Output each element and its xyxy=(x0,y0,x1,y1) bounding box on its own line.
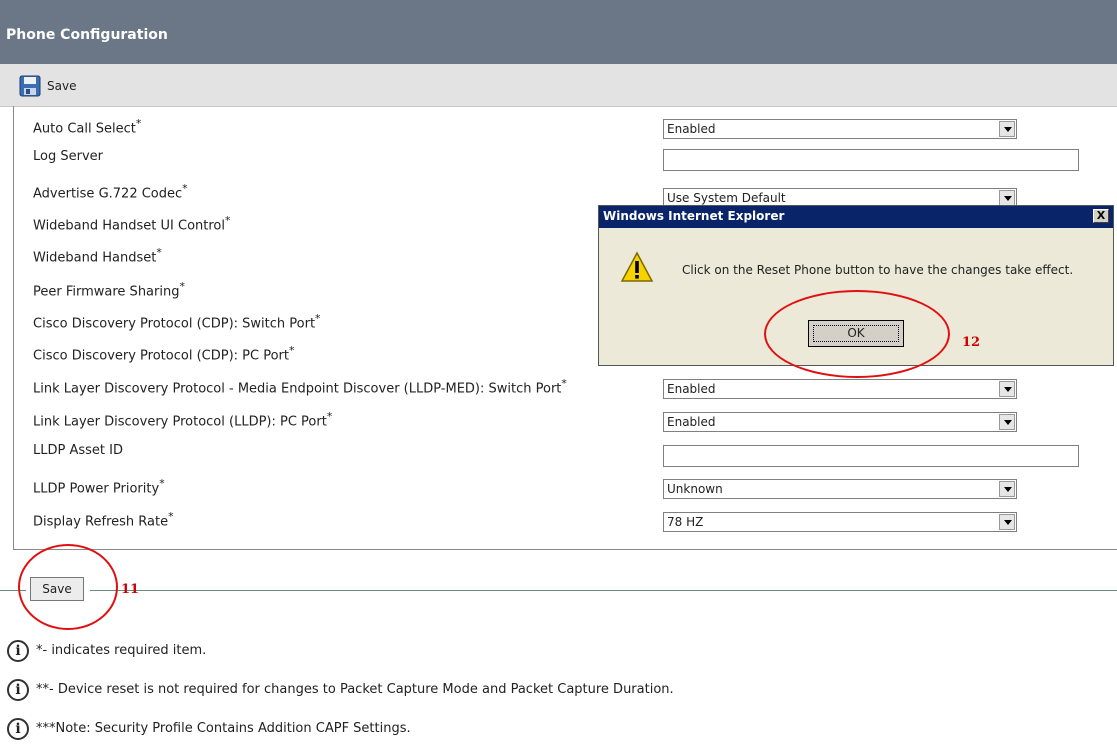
chevron-down-icon[interactable] xyxy=(999,414,1015,430)
annotation-step-12: 12 xyxy=(962,335,981,350)
auto-call-select-dropdown[interactable]: Enabled xyxy=(663,119,1017,139)
dialog-title: Windows Internet Explorer xyxy=(603,209,785,223)
lldp-med-switch-port-dropdown[interactable]: Enabled xyxy=(663,379,1017,399)
label-auto-call-select: Auto Call Select* xyxy=(33,117,142,137)
label-log-server: Log Server xyxy=(33,149,103,164)
label-lldp-asset-id: LLDP Asset ID xyxy=(33,443,123,458)
chevron-down-icon[interactable] xyxy=(999,121,1015,137)
lldp-asset-id-input[interactable] xyxy=(663,445,1079,467)
lldp-pc-port-dropdown[interactable]: Enabled xyxy=(663,412,1017,432)
chevron-down-icon[interactable] xyxy=(999,190,1015,206)
label-lldp-pc-port: Link Layer Discovery Protocol (LLDP): PC… xyxy=(33,410,333,430)
note-security-profile: ***Note: Security Profile Contains Addit… xyxy=(36,721,411,736)
label-lldp-power-priority: LLDP Power Priority* xyxy=(33,477,165,497)
log-server-input[interactable] xyxy=(663,149,1079,171)
info-icon: i xyxy=(7,679,29,701)
page-header: Phone Configuration xyxy=(0,0,1117,64)
note-required: *- indicates required item. xyxy=(36,643,207,658)
divider-right xyxy=(90,590,1117,591)
label-peer-firmware-sharing: Peer Firmware Sharing* xyxy=(33,280,185,300)
label-cdp-switch-port: Cisco Discovery Protocol (CDP): Switch P… xyxy=(33,312,321,332)
info-icon: i xyxy=(7,640,29,662)
chevron-down-icon[interactable] xyxy=(999,514,1015,530)
note-device-reset: **- Device reset is not required for cha… xyxy=(36,682,674,697)
display-refresh-rate-dropdown[interactable]: 78 HZ xyxy=(663,512,1017,532)
floppy-disk-icon[interactable] xyxy=(19,75,41,97)
label-display-refresh-rate: Display Refresh Rate* xyxy=(33,510,174,530)
annotation-step-11: 11 xyxy=(121,582,140,597)
toolbar-save-button[interactable]: Save xyxy=(47,79,76,93)
info-icon: i xyxy=(7,718,29,740)
page-title: Phone Configuration xyxy=(6,27,168,43)
label-wideband-handset: Wideband Handset* xyxy=(33,246,162,266)
label-cdp-pc-port: Cisco Discovery Protocol (CDP): PC Port* xyxy=(33,344,295,364)
chevron-down-icon[interactable] xyxy=(999,381,1015,397)
label-wideband-handset-ui: Wideband Handset UI Control* xyxy=(33,214,231,234)
annotation-circle-ok xyxy=(764,290,950,378)
label-advertise-g722: Advertise G.722 Codec* xyxy=(33,182,188,202)
dialog-message: Click on the Reset Phone button to have … xyxy=(682,263,1074,277)
label-lldp-med-switch-port: Link Layer Discovery Protocol - Media En… xyxy=(33,377,567,397)
chevron-down-icon[interactable] xyxy=(999,481,1015,497)
warning-icon xyxy=(620,251,654,282)
lldp-power-priority-dropdown[interactable]: Unknown xyxy=(663,479,1017,499)
toolbar xyxy=(0,64,1117,107)
close-icon[interactable]: X xyxy=(1093,209,1109,223)
annotation-circle-save xyxy=(18,544,118,630)
dialog-titlebar[interactable]: Windows Internet Explorer X xyxy=(599,206,1113,228)
